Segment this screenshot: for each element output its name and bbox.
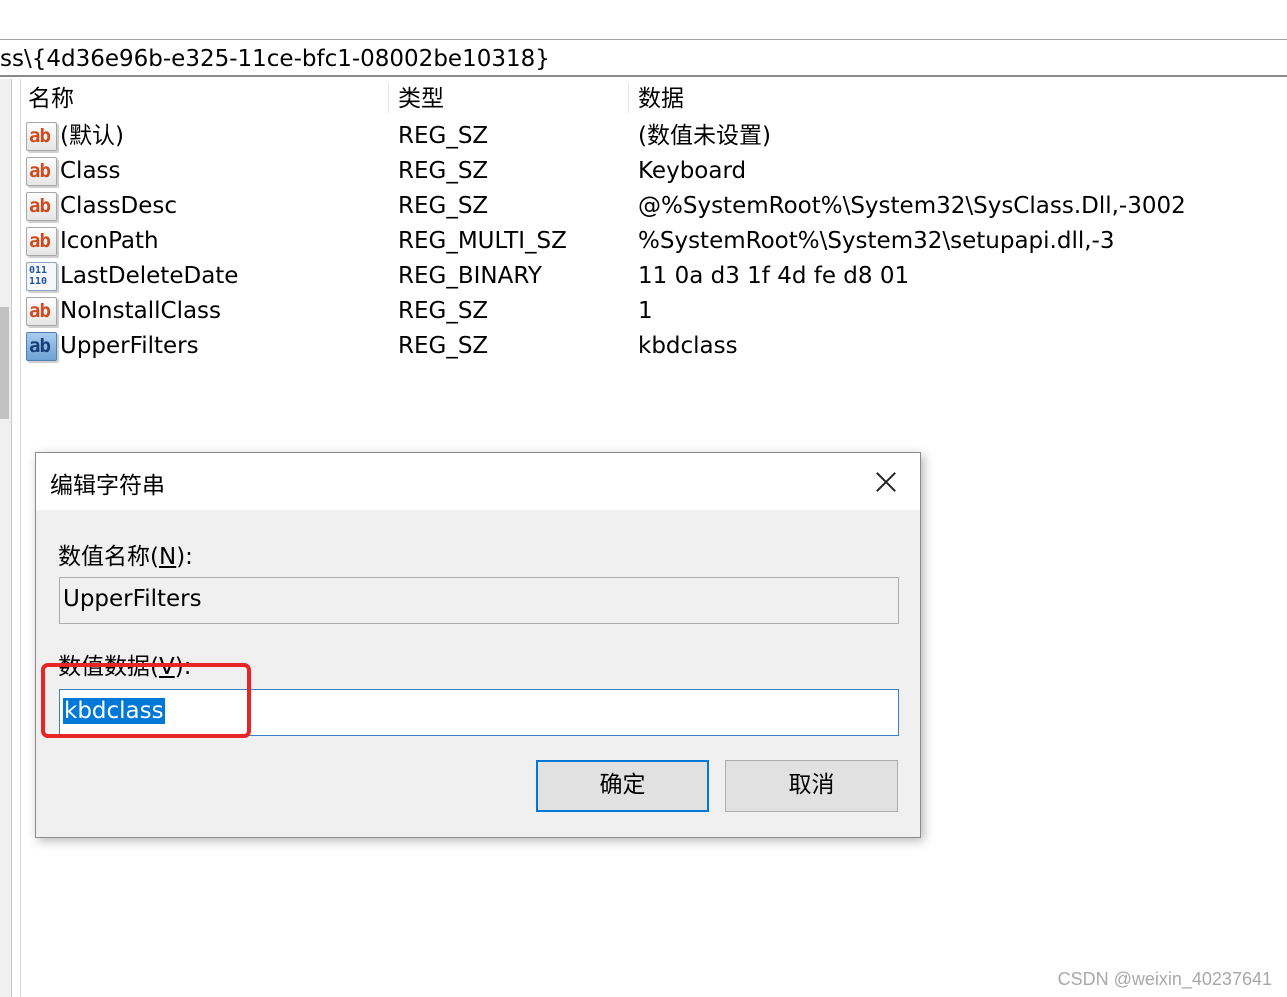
address-path: ss\{4d36e96b-e325-11ce-bfc1-08002be10318…: [0, 46, 550, 72]
value-name: IconPath: [60, 228, 159, 254]
window-top-strip: [0, 0, 1287, 40]
value-name-field[interactable]: UpperFilters: [59, 577, 899, 624]
watermark: CSDN @weixin_40237641: [1057, 969, 1272, 989]
string-value-icon: ab: [26, 297, 57, 326]
cancel-button[interactable]: 取消: [725, 760, 898, 812]
dialog-title-bar[interactable]: 编辑字符串: [36, 453, 920, 510]
column-header-data[interactable]: 数据: [638, 79, 684, 119]
close-icon[interactable]: [866, 463, 906, 499]
annotation-highlight-box: [41, 663, 251, 738]
value-data: 1: [638, 298, 653, 324]
value-data: @%SystemRoot%\System32\SysClass.Dll,-300…: [638, 193, 1186, 219]
dialog-title: 编辑字符串: [50, 473, 165, 499]
string-value-icon: ab: [26, 192, 57, 221]
tree-pane: [0, 79, 12, 997]
value-name: NoInstallClass: [60, 298, 222, 324]
value-row-default[interactable]: ab (默认) REG_SZ (数值未设置): [21, 119, 1287, 154]
value-type: REG_MULTI_SZ: [398, 228, 567, 254]
column-header-name[interactable]: 名称: [28, 79, 74, 119]
value-type: REG_SZ: [398, 158, 489, 184]
value-name: ClassDesc: [60, 193, 177, 219]
column-header-type[interactable]: 类型: [398, 79, 444, 119]
value-type: REG_BINARY: [398, 263, 542, 289]
value-name: (默认): [60, 123, 124, 149]
value-row-classdesc[interactable]: ab ClassDesc REG_SZ @%SystemRoot%\System…: [21, 189, 1287, 224]
string-value-icon: ab: [26, 157, 57, 186]
value-name: Class: [60, 158, 121, 184]
value-data: (数值未设置): [638, 123, 771, 149]
tree-scrollbar-thumb[interactable]: [0, 307, 9, 419]
binary-value-icon: 011 110: [26, 262, 57, 291]
value-row-upperfilters[interactable]: ab UpperFilters REG_SZ kbdclass: [21, 329, 1287, 364]
value-row-noinstallclass[interactable]: ab NoInstallClass REG_SZ 1: [21, 294, 1287, 329]
value-data: 11 0a d3 1f 4d fe d8 01: [638, 263, 910, 289]
ok-button[interactable]: 确定: [536, 760, 709, 812]
value-data: %SystemRoot%\System32\setupapi.dll,-3: [638, 228, 1115, 254]
value-data: Keyboard: [638, 158, 747, 184]
value-name-label: 数值名称(N):: [58, 544, 193, 570]
value-type: REG_SZ: [398, 333, 489, 359]
column-separator[interactable]: [388, 83, 389, 113]
value-type: REG_SZ: [398, 298, 489, 324]
value-name: LastDeleteDate: [60, 263, 239, 289]
string-value-icon: ab: [26, 227, 57, 256]
value-data: kbdclass: [638, 333, 738, 359]
string-value-icon: ab: [26, 332, 57, 361]
value-row-iconpath[interactable]: ab IconPath REG_MULTI_SZ %SystemRoot%\Sy…: [21, 224, 1287, 259]
value-row-lastdeletedate[interactable]: 011 110 LastDeleteDate REG_BINARY 11 0a …: [21, 259, 1287, 294]
value-type: REG_SZ: [398, 193, 489, 219]
column-separator[interactable]: [628, 83, 629, 113]
value-type: REG_SZ: [398, 123, 489, 149]
value-name: UpperFilters: [60, 333, 199, 359]
string-value-icon: ab: [26, 122, 57, 151]
value-row-class[interactable]: ab Class REG_SZ Keyboard: [21, 154, 1287, 189]
address-bar[interactable]: ss\{4d36e96b-e325-11ce-bfc1-08002be10318…: [0, 41, 1287, 77]
edit-string-dialog: 编辑字符串 数值名称(N): UpperFilters 数值数据(V): kbd…: [35, 452, 921, 838]
